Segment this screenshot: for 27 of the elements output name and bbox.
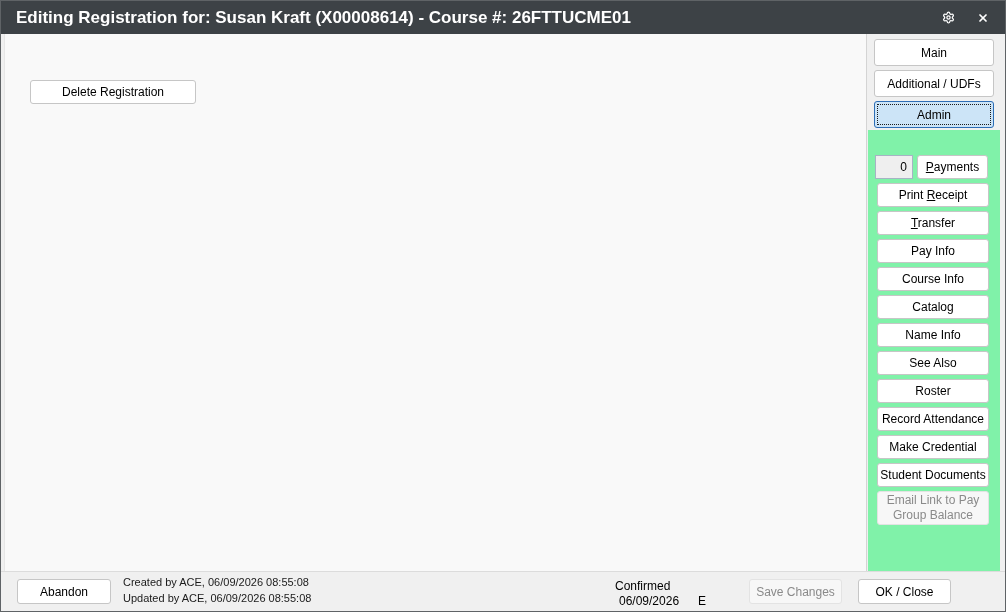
panel-button[interactable]: See Also	[877, 351, 989, 375]
payments-button[interactable]: Payments	[917, 155, 988, 179]
panel-button[interactable]: Course Info	[877, 267, 989, 291]
tab[interactable]: Main	[874, 39, 994, 66]
panel-button[interactable]: Make Credential	[877, 435, 989, 459]
tab[interactable]: Additional / UDFs	[874, 70, 994, 97]
delete-registration-button[interactable]: Delete Registration	[30, 80, 196, 104]
panel-button[interactable]: Roster	[877, 379, 989, 403]
panel-button[interactable]: Pay Info	[877, 239, 989, 263]
payment-count-field: 0	[875, 155, 913, 179]
window-title: Editing Registration for: Susan Kraft (X00008614) - Course #: 26FTTUCME01	[16, 7, 632, 28]
panel-button[interactable]: Record Attendance	[877, 407, 989, 431]
panel-button[interactable]: Print Receipt	[877, 183, 989, 207]
updated-by-text: Updated by ACE, 06/09/2026 08:55:08	[123, 591, 313, 604]
panel-button[interactable]: Name Info	[877, 323, 989, 347]
status-code: E	[698, 594, 707, 608]
status-date: 06/09/2026	[618, 594, 680, 608]
created-by-text: Created by ACE, 06/09/2026 08:55:08	[123, 575, 310, 588]
close-icon[interactable]	[977, 11, 989, 24]
abandon-button[interactable]: Abandon	[17, 579, 111, 604]
panel-button[interactable]: Catalog	[877, 295, 989, 319]
panel-button[interactable]: Student Documents	[877, 463, 989, 487]
panel-button[interactable]: Transfer	[877, 211, 989, 235]
tab[interactable]: Admin	[874, 101, 994, 128]
ok-close-button[interactable]: OK / Close	[858, 579, 951, 604]
status-text: Confirmed	[615, 579, 672, 593]
settings-icon[interactable]	[942, 11, 955, 24]
